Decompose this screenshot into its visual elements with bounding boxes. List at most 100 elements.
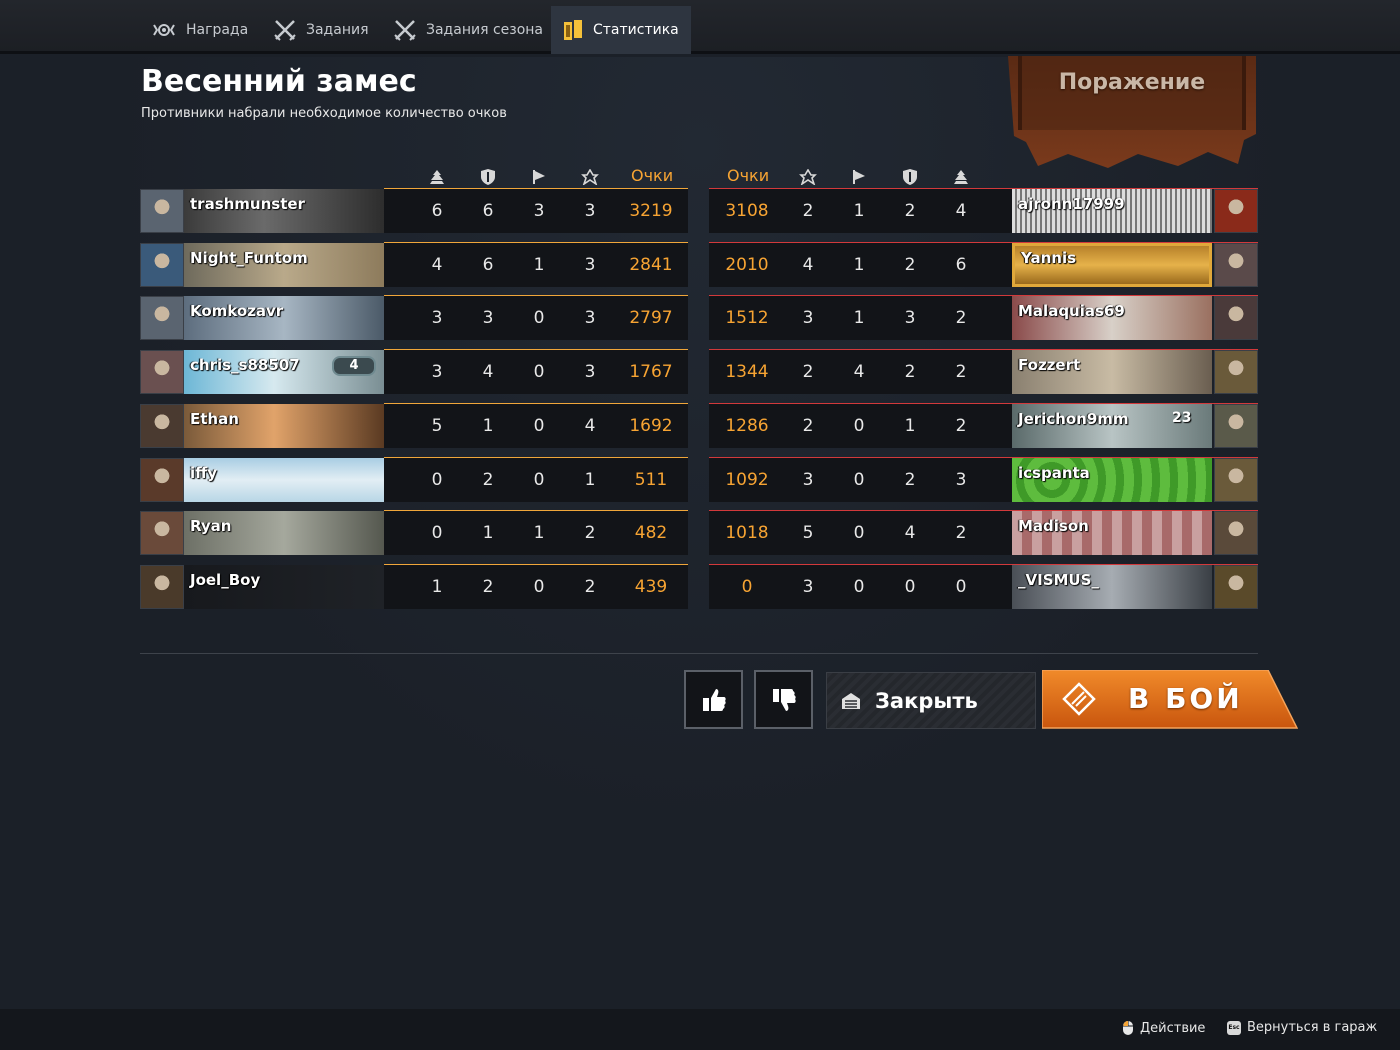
- player-name: chris_s88507: [190, 356, 300, 375]
- flag-icon: [853, 170, 865, 184]
- player-plate[interactable]: Malaquias69: [1012, 296, 1212, 341]
- avatar[interactable]: [1214, 242, 1258, 287]
- kills-icon: [430, 170, 444, 184]
- hint-back-to-garage[interactable]: Esc Вернуться в гараж: [1227, 1020, 1377, 1035]
- stat-flag: 1: [533, 523, 545, 544]
- stat-assist: 3: [584, 308, 596, 329]
- player-plate[interactable]: Ryan: [184, 511, 384, 556]
- tab-season-missions[interactable]: Задания сезона: [382, 6, 555, 54]
- player-score: 1692: [629, 415, 673, 436]
- stat-kills: 6: [955, 254, 967, 275]
- player-score: 2010: [725, 254, 769, 275]
- stat-assist: 4: [584, 415, 596, 436]
- dislike-button[interactable]: [754, 670, 813, 729]
- player-plate[interactable]: Jerichon9mm 23: [1012, 403, 1212, 448]
- player-plate[interactable]: trashmunster: [184, 189, 384, 233]
- avatar[interactable]: [140, 350, 184, 395]
- bottom-divider: [140, 653, 1258, 654]
- table-row[interactable]: 1512 3 1 3 2 Malaquias69: [709, 295, 1258, 341]
- table-row[interactable]: Ethan 5 1 0 4 1692: [140, 402, 688, 448]
- hint-action[interactable]: Действие: [1122, 1020, 1205, 1036]
- top-tab-bar: Награда Задания Задания сезона Статистик…: [0, 0, 1400, 54]
- avatar[interactable]: [140, 457, 184, 502]
- avatar[interactable]: [1214, 296, 1258, 341]
- fight-button[interactable]: В БОЙ: [1041, 669, 1299, 729]
- avatar[interactable]: [140, 511, 184, 556]
- stat-flag: 0: [533, 308, 545, 329]
- player-score: 1018: [725, 523, 769, 544]
- table-row[interactable]: Komkozavr 3 3 0 3 2797: [140, 295, 688, 341]
- stats-book-icon: [564, 20, 582, 40]
- player-plate[interactable]: _VISMUS_: [1012, 564, 1212, 609]
- stat-assist: 4: [802, 254, 814, 275]
- table-row[interactable]: 1344 2 4 2 2 Fozzert: [709, 349, 1258, 395]
- stat-kills: 1: [431, 576, 443, 597]
- avatar[interactable]: [140, 189, 184, 233]
- player-plate[interactable]: Yannis: [1012, 242, 1212, 287]
- stat-assist: 3: [584, 201, 596, 221]
- avatar[interactable]: [1214, 189, 1258, 233]
- assist-icon: [799, 169, 817, 185]
- tab-reward[interactable]: Награда: [140, 6, 260, 54]
- shield-icon: [903, 169, 917, 185]
- table-row[interactable]: 1092 3 0 2 3 icspanta: [709, 456, 1258, 502]
- table-row[interactable]: 2010 4 1 2 6 Yannis: [709, 241, 1258, 287]
- avatar[interactable]: [1214, 457, 1258, 502]
- thumbs-up-icon: [702, 688, 726, 711]
- player-plate[interactable]: Night_Funtom: [184, 242, 384, 287]
- tab-label: Задания сезона: [426, 22, 543, 38]
- player-name: Yannis: [1021, 248, 1077, 267]
- header-flags: [519, 166, 559, 188]
- player-plate[interactable]: icspanta: [1012, 457, 1212, 502]
- table-row[interactable]: 3108 2 1 2 4 ajronn17999: [709, 189, 1258, 233]
- player-plate[interactable]: Joel_Boy: [184, 564, 384, 609]
- close-button[interactable]: Закрыть: [826, 672, 1036, 729]
- player-name: Jerichon9mm: [1018, 409, 1129, 428]
- player-plate[interactable]: Komkozavr: [184, 296, 384, 341]
- table-row[interactable]: Night_Funtom 4 6 1 3 2841: [140, 241, 688, 287]
- table-row[interactable]: iffy 0 2 0 1 511: [140, 456, 688, 502]
- player-plate[interactable]: Ethan: [184, 403, 384, 448]
- table-row[interactable]: Joel_Boy 1 2 0 2 439: [140, 563, 688, 609]
- stat-kills: 3: [955, 469, 967, 490]
- stat-shield: 2: [482, 469, 494, 490]
- avatar[interactable]: [1214, 350, 1258, 395]
- avatar[interactable]: [140, 296, 184, 341]
- avatar[interactable]: [140, 403, 184, 448]
- table-row[interactable]: trashmunster 6 6 3 3 3219: [140, 189, 688, 233]
- header-assists: [788, 166, 828, 188]
- table-row[interactable]: 1286 2 0 1 2 Jerichon9mm 23: [709, 402, 1258, 448]
- header-score-left: Очки: [631, 166, 674, 185]
- tab-label: Статистика: [593, 22, 679, 38]
- player-score: 3108: [725, 201, 769, 221]
- stat-shield: 2: [482, 576, 494, 597]
- tab-label: Награда: [186, 22, 249, 38]
- player-name: Malaquias69: [1018, 302, 1125, 321]
- header-kills: [417, 166, 457, 188]
- hint-back-label: Вернуться в гараж: [1247, 1020, 1378, 1035]
- like-button[interactable]: [684, 670, 743, 729]
- fight-button-label: В БОЙ: [1128, 682, 1243, 715]
- avatar[interactable]: [140, 564, 184, 609]
- table-row[interactable]: chris_s88507 4 3 4 0 3 1767: [140, 349, 688, 395]
- table-row[interactable]: 0 3 0 0 0 _VISMUS_: [709, 563, 1258, 609]
- player-score: 439: [634, 576, 668, 597]
- player-plate[interactable]: Madison: [1012, 511, 1212, 556]
- stat-kills: 0: [431, 523, 443, 544]
- flag-icon: [533, 170, 545, 184]
- table-row[interactable]: 1018 5 0 4 2 Madison: [709, 510, 1258, 556]
- avatar[interactable]: [1214, 564, 1258, 609]
- player-plate[interactable]: chris_s88507 4: [184, 350, 384, 395]
- match-result: Поражение: [1058, 70, 1206, 95]
- avatar[interactable]: [1214, 511, 1258, 556]
- stat-assist: 1: [584, 469, 596, 490]
- player-plate[interactable]: Fozzert: [1012, 350, 1212, 395]
- player-plate[interactable]: ajronn17999: [1012, 189, 1212, 233]
- tab-missions[interactable]: Задания: [262, 6, 381, 54]
- tab-statistics[interactable]: Статистика: [551, 6, 691, 54]
- player-plate[interactable]: iffy: [184, 457, 384, 502]
- table-row[interactable]: Ryan 0 1 1 2 482: [140, 510, 688, 556]
- page-title: Весенний замес: [141, 64, 417, 99]
- avatar[interactable]: [1214, 403, 1258, 448]
- avatar[interactable]: [140, 242, 184, 287]
